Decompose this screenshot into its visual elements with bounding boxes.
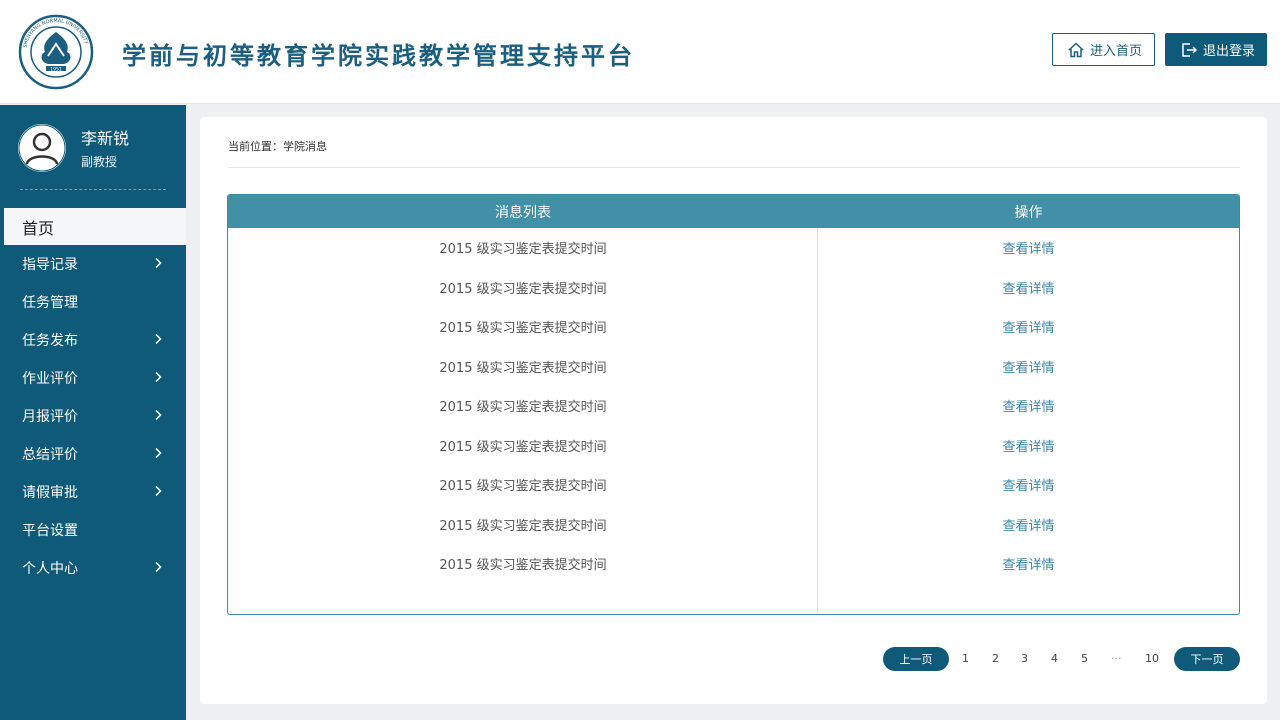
- view-details-link[interactable]: 查看详情: [818, 357, 1239, 376]
- message-title: 2015 级实习鉴定表提交时间: [439, 360, 607, 376]
- sidebar-item-label: 指导记录: [22, 257, 78, 273]
- sidebar-item-platform-settings[interactable]: 平台设置: [0, 511, 186, 549]
- sidebar-item-homework-eval[interactable]: 作业评价: [0, 359, 186, 397]
- university-logo: SHENYANG NORMAL UNIVERSITY 1951: [18, 14, 94, 90]
- page-2[interactable]: 2: [992, 652, 999, 665]
- sidebar-item-guidance-records[interactable]: 指导记录: [0, 245, 186, 283]
- home-button[interactable]: 进入首页: [1052, 33, 1155, 66]
- sidebar-item-task-publish[interactable]: 任务发布: [0, 321, 186, 359]
- logout-button[interactable]: 退出登录: [1165, 33, 1267, 66]
- sidebar-item-task-management[interactable]: 任务管理: [0, 283, 186, 321]
- sidebar-item-summary-eval[interactable]: 总结评价: [0, 435, 186, 473]
- column-header-messages: 消息列表: [495, 204, 551, 221]
- page-4[interactable]: 4: [1051, 652, 1058, 665]
- home-button-label: 进入首页: [1090, 44, 1143, 59]
- sidebar-item-label: 任务发布: [22, 333, 78, 349]
- view-details-link[interactable]: 查看详情: [818, 396, 1239, 415]
- chevron-right-icon: [155, 333, 162, 345]
- message-title: 2015 级实习鉴定表提交时间: [439, 400, 607, 416]
- chevron-right-icon: [155, 561, 162, 573]
- page-3[interactable]: 3: [1021, 652, 1028, 665]
- sidebar-item-personal-center[interactable]: 个人中心: [0, 549, 186, 587]
- page-5[interactable]: 5: [1081, 652, 1088, 665]
- table-row: 2015 级实习鉴定表提交时间 查看详情: [228, 386, 1239, 426]
- top-header: SHENYANG NORMAL UNIVERSITY 1951 学前与初等教育学…: [0, 0, 1280, 104]
- message-title: 2015 级实习鉴定表提交时间: [439, 281, 607, 297]
- table-row: 2015 级实习鉴定表提交时间 查看详情: [228, 228, 1239, 268]
- view-details-link[interactable]: 查看详情: [818, 475, 1239, 494]
- sidebar-item-label: 平台设置: [22, 523, 78, 539]
- column-header-actions: 操作: [1014, 204, 1043, 221]
- chevron-right-icon: [155, 485, 162, 497]
- page-ellipsis: ···: [1111, 652, 1122, 665]
- message-title: 2015 级实习鉴定表提交时间: [439, 479, 607, 495]
- sidebar-item-label: 首页: [22, 218, 55, 238]
- sidebar-item-home[interactable]: 首页: [4, 208, 186, 245]
- table-row: 2015 级实习鉴定表提交时间 查看详情: [228, 544, 1239, 584]
- chevron-right-icon: [155, 409, 162, 421]
- user-title: 副教授: [81, 155, 118, 169]
- sidebar-nav: 首页 指导记录 任务管理 任务发布 作业评价 月报评价 总结评价 请假审批 平台…: [0, 208, 186, 587]
- sidebar-item-label: 个人中心: [22, 561, 78, 577]
- page-1[interactable]: 1: [962, 652, 969, 665]
- table-row: 2015 级实习鉴定表提交时间 查看详情: [228, 347, 1239, 387]
- sidebar-item-label: 请假审批: [22, 485, 78, 501]
- view-details-link[interactable]: 查看详情: [818, 515, 1239, 534]
- chevron-right-icon: [155, 371, 162, 383]
- sidebar-divider: [20, 189, 166, 190]
- view-details-link[interactable]: 查看详情: [818, 317, 1239, 336]
- chevron-right-icon: [155, 447, 162, 459]
- view-details-link[interactable]: 查看详情: [818, 238, 1239, 257]
- user-icon: [18, 124, 66, 172]
- message-title: 2015 级实习鉴定表提交时间: [439, 242, 607, 258]
- next-page-button[interactable]: 下一页: [1174, 647, 1240, 671]
- message-title: 2015 级实习鉴定表提交时间: [439, 439, 607, 455]
- sidebar-item-label: 总结评价: [22, 447, 78, 463]
- message-title: 2015 级实习鉴定表提交时间: [439, 518, 607, 534]
- table-row: 2015 级实习鉴定表提交时间 查看详情: [228, 268, 1239, 308]
- site-title: 学前与初等教育学院实践教学管理支持平台: [122, 42, 635, 70]
- message-title: 2015 级实习鉴定表提交时间: [439, 558, 607, 574]
- avatar[interactable]: [18, 124, 66, 172]
- column-divider: [817, 228, 818, 614]
- table-row: 2015 级实习鉴定表提交时间 查看详情: [228, 505, 1239, 545]
- view-details-link[interactable]: 查看详情: [818, 554, 1239, 573]
- message-title: 2015 级实习鉴定表提交时间: [439, 321, 607, 337]
- logout-icon: [1182, 42, 1198, 57]
- table-row: 2015 级实习鉴定表提交时间 查看详情: [228, 426, 1239, 466]
- sidebar-item-label: 月报评价: [22, 409, 78, 425]
- view-details-link[interactable]: 查看详情: [818, 436, 1239, 455]
- logo-year: 1951: [50, 67, 62, 73]
- sidebar: 李新锐 副教授 首页 指导记录 任务管理 任务发布 作业评价 月报评价 总结评价…: [0, 105, 186, 720]
- sidebar-item-label: 作业评价: [22, 371, 78, 387]
- table-row: 2015 级实习鉴定表提交时间 查看详情: [228, 307, 1239, 347]
- page-10[interactable]: 10: [1145, 652, 1159, 665]
- user-name: 李新锐: [81, 129, 130, 148]
- sidebar-item-monthly-eval[interactable]: 月报评价: [0, 397, 186, 435]
- table-row: 2015 级实习鉴定表提交时间 查看详情: [228, 465, 1239, 505]
- table-header: 消息列表 操作: [228, 195, 1239, 228]
- home-icon: [1068, 41, 1084, 57]
- prev-page-button[interactable]: 上一页: [883, 647, 949, 671]
- sidebar-item-label: 任务管理: [22, 295, 78, 311]
- breadcrumb-divider: [228, 167, 1240, 168]
- view-details-link[interactable]: 查看详情: [818, 278, 1239, 297]
- breadcrumb: 当前位置：学院消息: [228, 140, 327, 153]
- message-table: 消息列表 操作 2015 级实习鉴定表提交时间 查看详情 2015 级实习鉴定表提…: [227, 194, 1240, 615]
- table-body: 2015 级实习鉴定表提交时间 查看详情 2015 级实习鉴定表提交时间 查看详情 …: [228, 228, 1239, 614]
- chevron-right-icon: [155, 257, 162, 269]
- main-content-card: 当前位置：学院消息 消息列表 操作 2015 级实习鉴定表提交时间 查看详情 20…: [200, 117, 1267, 704]
- logout-button-label: 退出登录: [1203, 44, 1256, 59]
- sidebar-item-leave-approval[interactable]: 请假审批: [0, 473, 186, 511]
